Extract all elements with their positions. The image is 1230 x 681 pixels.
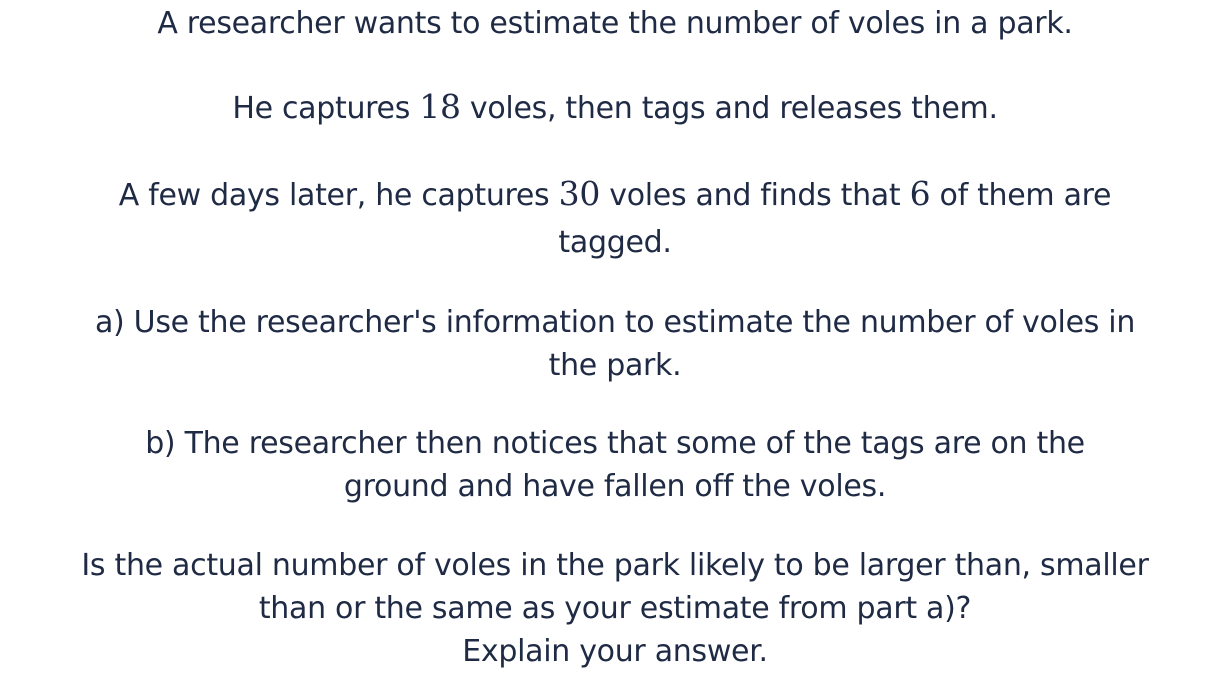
capture2-number1: 30 bbox=[558, 174, 601, 213]
part-b-line2: ground and have fallen off the voles. bbox=[343, 469, 887, 504]
capture2-middle: voles and finds that bbox=[600, 178, 910, 213]
part-b-line1: b) The researcher then notices that some… bbox=[145, 426, 1085, 461]
capture2-text-line2: tagged. bbox=[558, 225, 672, 260]
part-a-line2: the park. bbox=[548, 348, 682, 383]
capture1-before: He captures bbox=[232, 91, 420, 126]
capture2-text: A few days later, he captures 30 voles a… bbox=[0, 174, 1230, 216]
part-a-line1: a) Use the researcher's information to e… bbox=[94, 305, 1136, 340]
part-b-question-line2: than or the same as your estimate from p… bbox=[258, 591, 972, 626]
capture2-before: A few days later, he captures bbox=[118, 178, 559, 213]
capture1-text: He captures 18 voles, then tags and rele… bbox=[0, 87, 1230, 129]
capture1-after: voles, then tags and releases them. bbox=[460, 91, 998, 126]
intro-text: A researcher wants to estimate the numbe… bbox=[157, 6, 1073, 41]
part-b-question-line1: Is the actual number of voles in the par… bbox=[81, 548, 1149, 583]
part-b-question-line3: Explain your answer. bbox=[462, 634, 768, 669]
capture1-number: 18 bbox=[419, 87, 461, 126]
capture2-number2: 6 bbox=[909, 174, 931, 213]
capture2-after: of them are bbox=[930, 178, 1112, 213]
